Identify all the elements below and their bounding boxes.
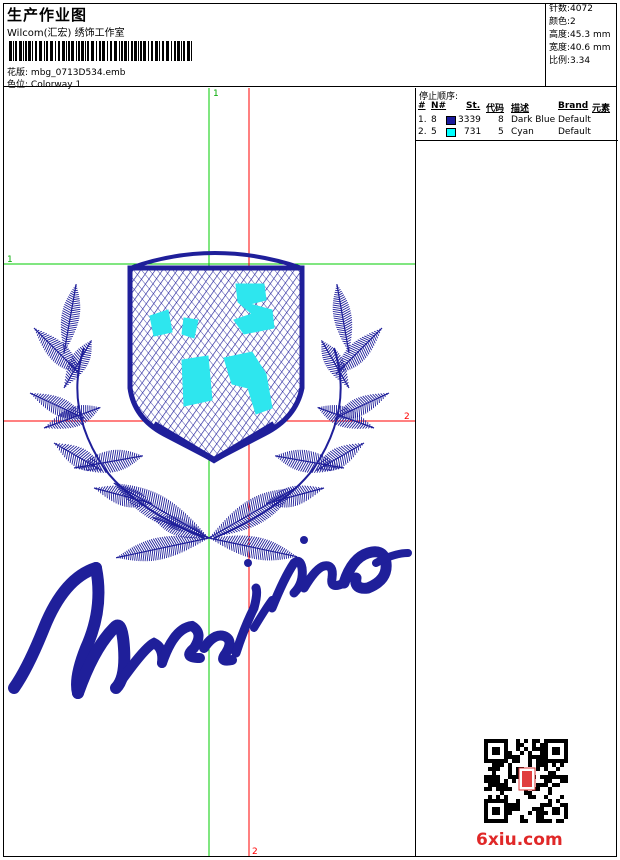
- design-preview: 1 1 2 2: [4, 88, 415, 857]
- col-code: 代码: [486, 104, 505, 114]
- green-left-label: 1: [7, 255, 13, 265]
- barcode: [9, 41, 192, 61]
- red-right-label: 2: [404, 412, 410, 422]
- stat-stitches: 针数:4072: [549, 4, 593, 14]
- green-top-label: 1: [213, 89, 219, 99]
- leaf-mark: [332, 283, 353, 354]
- stats-panel: 针数:4072 颜色:2 高度:45.3 mm 宽度:40.6 mm 比例:3.…: [545, 3, 617, 87]
- col-element: 元素: [592, 104, 611, 114]
- script-lettering: [8, 536, 412, 699]
- col-stitches: St.: [466, 101, 481, 111]
- col-description: 描述: [511, 104, 530, 114]
- shield-emblem: [127, 251, 305, 464]
- red-bottom-label: 2: [252, 847, 258, 856]
- col-needle: N#: [431, 101, 447, 111]
- thread-swatch: [446, 116, 456, 125]
- table-row: 2. 5 731 5 Cyan Default: [418, 127, 591, 137]
- header-panel: 生产作业图 Wilcom(汇宏) 绣饰工作室 花版: mbg_0713D534.…: [3, 3, 546, 90]
- stat-width: 宽度:40.6 mm: [549, 43, 611, 53]
- stat-height: 高度:45.3 mm: [549, 30, 611, 40]
- col-brand: Brand: [558, 101, 589, 111]
- company-name: Wilcom(汇宏) 绣饰工作室: [7, 28, 125, 39]
- table-divider: [416, 140, 618, 141]
- stop-sequence-header: # N# St. 代码 描述 Brand 元素: [416, 101, 618, 114]
- col-index: #: [418, 101, 426, 111]
- leaf-mark: [208, 487, 296, 539]
- table-row: 1. 8 3339 8 Dark Blue Default: [418, 115, 591, 125]
- center-leaves: [113, 482, 298, 562]
- leaf-mark: [317, 405, 375, 429]
- page-title: 生产作业图: [7, 6, 88, 24]
- thread-swatch: [446, 128, 456, 137]
- leaf-mark: [265, 485, 325, 508]
- stat-scale: 比例:3.34: [549, 56, 591, 66]
- stat-colors: 颜色:2: [549, 17, 576, 27]
- watermark-logo: 6xiu.com: [476, 830, 563, 850]
- embroidery-artwork: 1 1 2 2: [4, 88, 415, 857]
- leaf-mark: [93, 485, 153, 508]
- qr-code: [483, 738, 569, 824]
- leaf-mark: [208, 535, 298, 561]
- stop-sequence-panel: 停止顺序: # N# St. 代码 描述 Brand 元素 1. 8 3339 …: [415, 88, 618, 856]
